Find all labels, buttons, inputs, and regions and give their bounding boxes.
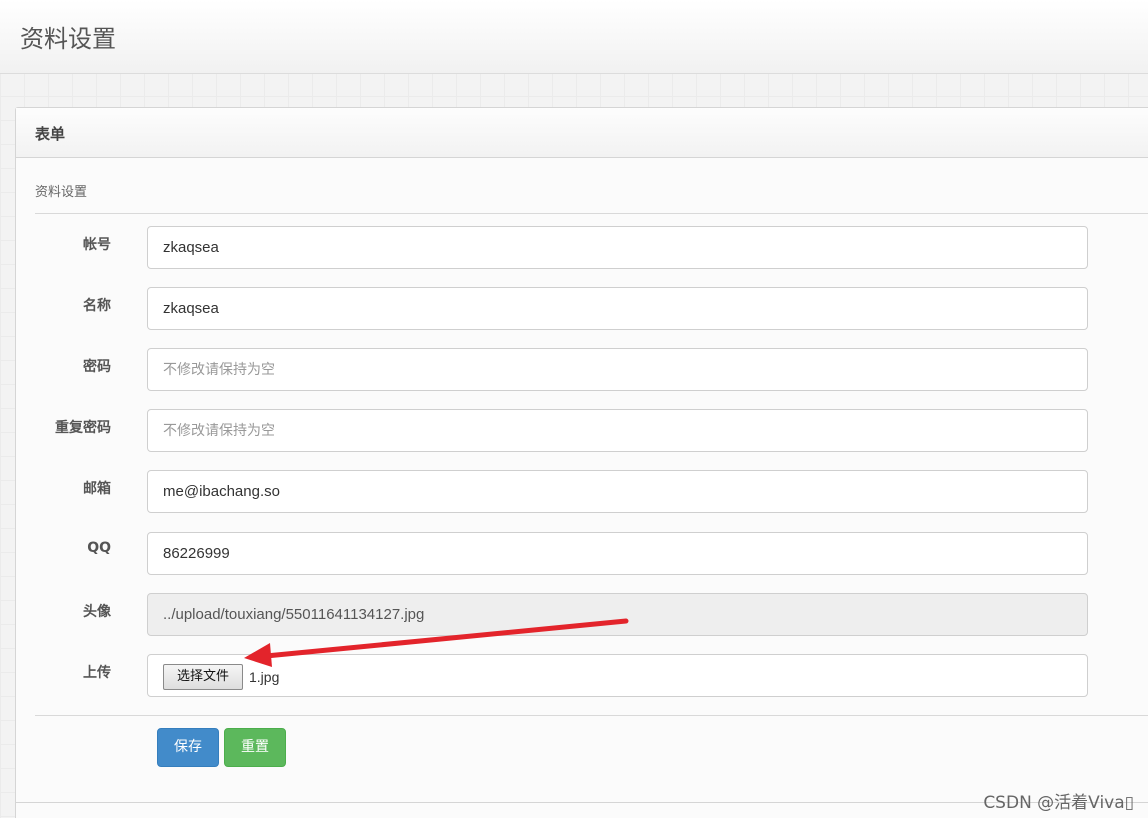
name-label: 名称 [83, 298, 111, 314]
email-row: 邮箱 [16, 470, 1148, 513]
file-input[interactable]: 选择文件 1.jpg [147, 654, 1088, 697]
panel-heading: 表单 [16, 108, 1148, 158]
account-label: 帐号 [83, 237, 111, 253]
panel-title: 表单 [35, 125, 66, 143]
email-input[interactable] [147, 470, 1088, 513]
qq-input[interactable] [147, 532, 1088, 575]
repeat-password-row: 重复密码 [16, 409, 1148, 452]
qq-label: QQ [87, 540, 111, 556]
page-title: 资料设置 [20, 25, 116, 53]
upload-label: 上传 [83, 665, 111, 681]
name-row: 名称 [16, 287, 1148, 330]
page-header: 资料设置 [0, 0, 1148, 74]
reset-button[interactable]: 重置 [224, 728, 286, 767]
form-panel: 表单 资料设置 帐号 名称 密码 重复密码 邮箱 QQ 头像 上传 选择文件 1… [15, 107, 1148, 818]
password-row: 密码 [16, 348, 1148, 391]
account-input[interactable] [147, 226, 1088, 269]
email-label: 邮箱 [83, 481, 111, 497]
choose-file-button[interactable]: 选择文件 [163, 664, 243, 690]
avatar-row: 头像 [16, 593, 1148, 636]
qq-row: QQ [16, 532, 1148, 575]
selected-file-name: 1.jpg [249, 669, 280, 685]
repeat-password-label: 重复密码 [55, 420, 111, 436]
avatar-label: 头像 [83, 604, 111, 620]
form-legend: 资料设置 [35, 185, 88, 200]
upload-row: 上传 选择文件 1.jpg [16, 654, 1148, 697]
actions-divider [35, 715, 1148, 716]
panel-footer-divider [16, 802, 1148, 803]
legend-divider [35, 213, 1148, 214]
password-label: 密码 [83, 359, 111, 375]
avatar-path-input [147, 593, 1088, 636]
save-button[interactable]: 保存 [157, 728, 219, 767]
password-input[interactable] [147, 348, 1088, 391]
name-input[interactable] [147, 287, 1088, 330]
account-row: 帐号 [16, 226, 1148, 269]
watermark: CSDN @活着Viva▯ [983, 793, 1134, 813]
repeat-password-input[interactable] [147, 409, 1088, 452]
